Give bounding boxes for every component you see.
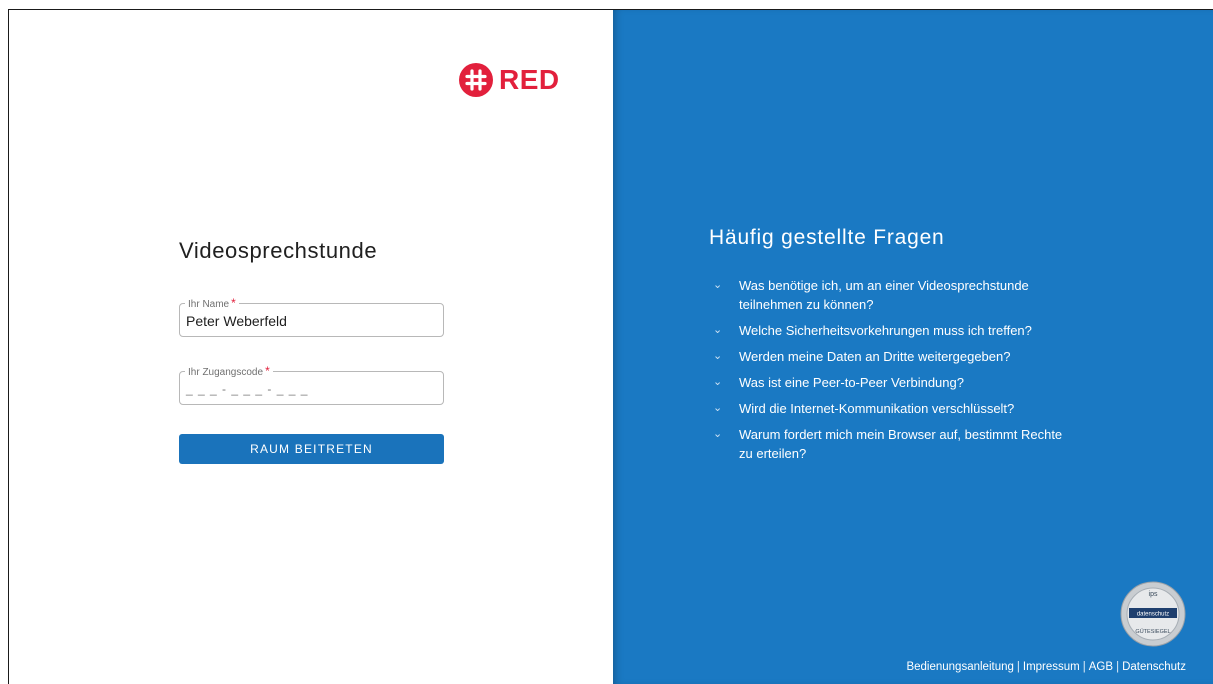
faq-item[interactable]: ⌄ Was ist eine Peer-to-Peer Verbindung?	[713, 373, 1073, 392]
hashtag-logo-icon	[459, 63, 493, 97]
footer-link-terms[interactable]: AGB	[1089, 661, 1113, 673]
footer-link-imprint[interactable]: Impressum	[1023, 661, 1080, 673]
name-field-label: Ihr Name *	[185, 296, 239, 312]
chevron-down-icon: ⌄	[713, 428, 723, 440]
required-mark: *	[231, 296, 236, 310]
required-mark: *	[265, 364, 270, 378]
footer-link-manual[interactable]: Bedienungsanleitung	[906, 661, 1013, 673]
seal-bottom-text: GÜTESIEGEL	[1135, 628, 1170, 635]
faq-item[interactable]: ⌄ Was benötige ich, um an einer Videospre…	[713, 276, 1073, 314]
faq-item[interactable]: ⌄ Welche Sicherheitsvorkehrungen muss ich…	[713, 321, 1073, 340]
chevron-down-icon: ⌄	[713, 279, 723, 291]
name-field[interactable]: Ihr Name *	[179, 296, 444, 337]
faq-item[interactable]: ⌄ Warum fordert mich mein Browser auf, be…	[713, 425, 1073, 463]
faq-item-text: Was benötige ich, um an einer Videosprec…	[739, 278, 1029, 312]
seal-middle-text: datenschutz	[1137, 612, 1169, 618]
join-room-button[interactable]: RAUM BEITRETEN	[179, 434, 444, 464]
access-code-input[interactable]: _ _ _ - _ _ _ - _ _ _	[186, 382, 308, 396]
chevron-down-icon: ⌄	[713, 376, 723, 388]
footer-separator: |	[1116, 661, 1120, 673]
faq-title: Häufig gestellte Fragen	[709, 226, 945, 249]
faq-item[interactable]: ⌄ Werden meine Daten an Dritte weitergege…	[713, 347, 1073, 366]
name-input[interactable]	[186, 313, 436, 329]
faq-item-text: Warum fordert mich mein Browser auf, bes…	[739, 427, 1063, 461]
faq-panel: Häufig gestellte Fragen ⌄ Was benötige ic…	[613, 10, 1213, 684]
footer-link-privacy[interactable]: Datenschutz	[1122, 661, 1186, 673]
login-panel: RED Videosprechstunde Ihr Name* Ihr Zuga…	[9, 10, 613, 684]
page-title: Videosprechstunde	[179, 238, 378, 263]
seal-top-text: ips	[1149, 591, 1158, 598]
name-label-text: Ihr Name	[188, 299, 230, 310]
faq-item-text: Wird die Internet-Kommunikation verschlü…	[739, 401, 1015, 416]
faq-item-text: Welche Sicherheitsvorkehrungen muss ich …	[739, 323, 1032, 338]
chevron-down-icon: ⌄	[713, 350, 723, 362]
footer-separator: |	[1016, 661, 1020, 673]
footer-links: Bedienungsanleitung | Impressum | AGB | Datens…	[906, 661, 1186, 673]
brand-name: RED	[499, 64, 560, 95]
faq-list: ⌄ Was benötige ich, um an einer Videospre…	[713, 276, 1073, 470]
faq-item-text: Was ist eine Peer-to-Peer Verbindung?	[739, 375, 964, 390]
privacy-seal-badge: ips datenschutz GÜTESIEGEL	[1120, 581, 1186, 647]
app-frame: RED Videosprechstunde Ihr Name* Ihr Zuga…	[8, 9, 1213, 684]
access-code-field[interactable]: Ihr Zugangscode * _ _ _ - _ _ _ - _ _ _	[179, 364, 444, 405]
access-code-label-text: Ihr Zugangscode	[188, 367, 264, 378]
brand-logo: RED	[459, 63, 560, 97]
access-code-label: Ihr Zugangscode *	[185, 364, 273, 380]
faq-item[interactable]: ⌄ Wird die Internet-Kommunikation verschl…	[713, 399, 1073, 418]
footer-separator: |	[1082, 661, 1086, 673]
faq-item-text: Werden meine Daten an Dritte weitergegeb…	[739, 349, 1011, 364]
chevron-down-icon: ⌄	[713, 402, 723, 414]
chevron-down-icon: ⌄	[713, 324, 723, 336]
